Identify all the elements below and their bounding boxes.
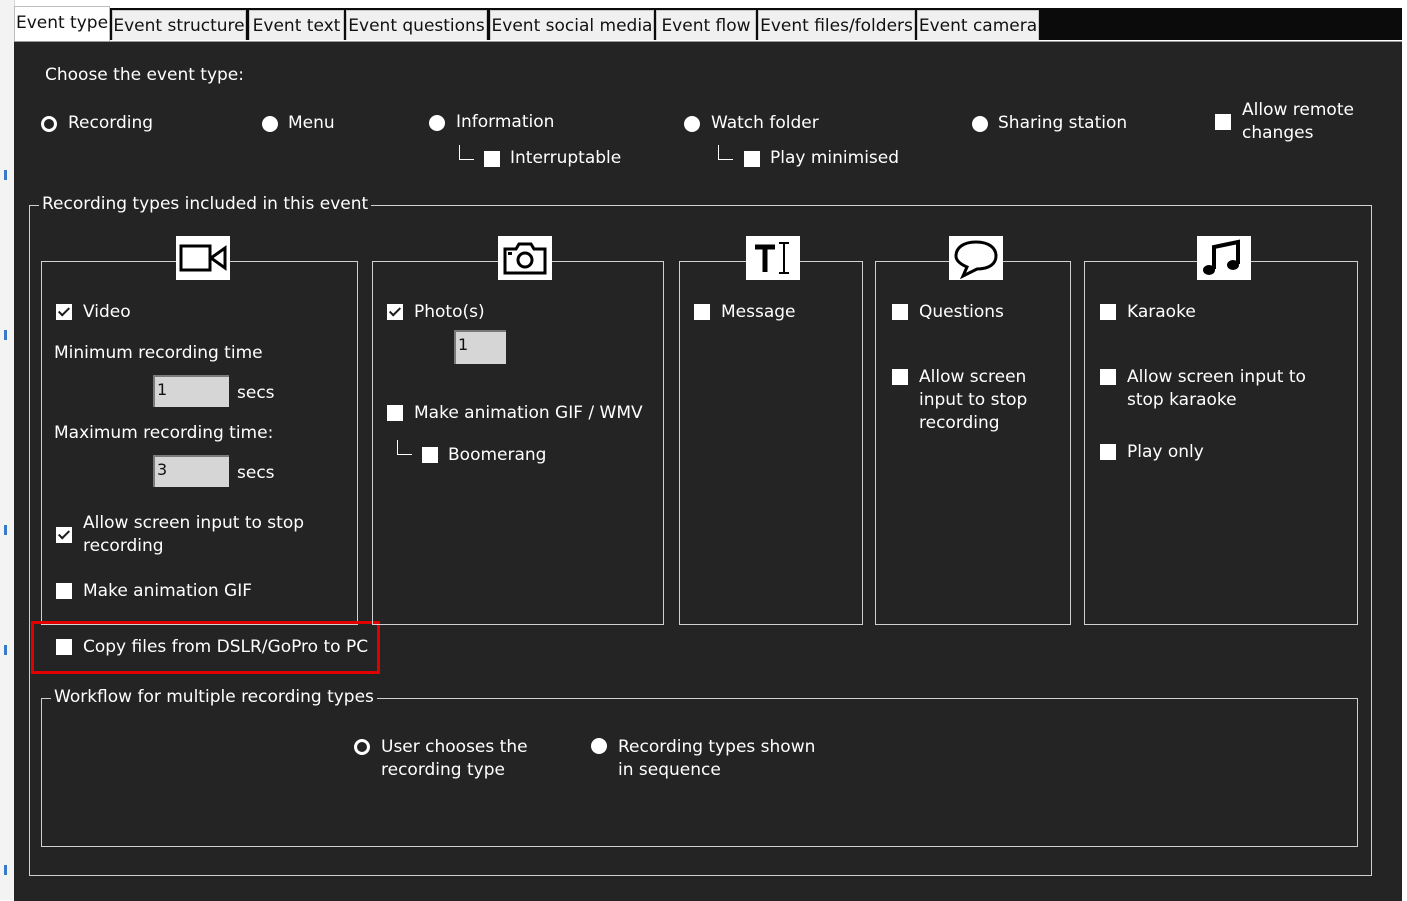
video-allow-stop-line2: recording [83, 536, 164, 556]
photo-count-input[interactable]: 1 [454, 330, 506, 364]
play-minimised-label: Play minimised [770, 148, 900, 168]
radio-user-chooses-line2[interactable]: recording type [381, 759, 505, 782]
photo-label: Photo(s) [414, 302, 485, 322]
max-recording-time-input[interactable]: 3 [153, 455, 229, 487]
video-animation-gif-label: Make animation GIF [83, 581, 253, 601]
radio-recording-label[interactable]: Recording [68, 112, 153, 135]
max-secs-label: secs [237, 463, 275, 483]
video-label: Video [83, 302, 131, 322]
karaoke-box [1084, 261, 1358, 625]
tab-event-text[interactable]: Event text [249, 10, 344, 40]
radio-sharing-station-label[interactable]: Sharing station [998, 112, 1127, 135]
tree-connector [397, 440, 412, 455]
workflow-title: Workflow for multiple recording types [51, 686, 377, 708]
photo-checkbox[interactable] [387, 304, 403, 320]
questions-allow-line1: Allow screen [919, 367, 1027, 387]
video-allow-stop-line1: Allow screen input to stop [83, 513, 305, 533]
highlight-box [31, 621, 380, 674]
min-secs-label: secs [237, 383, 275, 403]
speech-bubble-icon [949, 236, 1003, 280]
make-animation-gif-wmv-label: Make animation GIF / WMV [414, 403, 643, 423]
tab-event-type[interactable]: Event type [14, 6, 110, 42]
left-edge-strip [0, 0, 15, 900]
karaoke-checkbox[interactable] [1100, 304, 1116, 320]
tab-event-questions[interactable]: Event questions [346, 10, 487, 40]
allow-remote-label-line1: Allow remote [1242, 100, 1354, 120]
tab-event-structure[interactable]: Event structure [112, 10, 246, 40]
max-recording-time-label: Maximum recording time: [54, 423, 274, 443]
photo-camera-icon [498, 236, 552, 280]
min-recording-time-input[interactable]: 1 [153, 375, 229, 407]
boomerang-label: Boomerang [448, 445, 547, 465]
allow-remote-label-line2: changes [1242, 123, 1314, 143]
play-only-label: Play only [1127, 442, 1204, 462]
message-checkbox[interactable] [694, 304, 710, 320]
event-type-prompt: Choose the event type: [45, 65, 244, 85]
radio-menu[interactable] [262, 116, 278, 132]
music-note-icon [1197, 236, 1251, 280]
make-animation-gif-wmv-checkbox[interactable] [387, 405, 403, 421]
recording-types-title: Recording types included in this event [39, 193, 372, 215]
edge-marker [4, 330, 7, 340]
radio-sequence-line2[interactable]: in sequence [618, 759, 721, 782]
karaoke-allow-line2: stop karaoke [1127, 390, 1237, 410]
questions-allow-stop-checkbox[interactable] [892, 369, 908, 385]
radio-user-chooses[interactable] [354, 739, 370, 755]
play-only-checkbox[interactable] [1100, 444, 1116, 460]
radio-recording[interactable] [41, 116, 57, 132]
questions-allow-line2: input to stop [919, 390, 1028, 410]
video-checkbox[interactable] [56, 304, 72, 320]
video-allow-screen-stop-checkbox[interactable] [56, 527, 72, 543]
message-label: Message [721, 302, 796, 322]
radio-user-chooses-line1[interactable]: User chooses the [381, 736, 528, 759]
radio-sequence-line1[interactable]: Recording types shown [618, 736, 815, 759]
questions-label: Questions [919, 302, 1004, 322]
karaoke-label: Karaoke [1127, 302, 1196, 322]
text-icon [746, 236, 800, 280]
interruptable-label: Interruptable [510, 148, 622, 168]
edge-marker [4, 170, 7, 180]
interruptable-checkbox[interactable] [484, 151, 500, 167]
radio-shown-in-sequence[interactable] [591, 738, 607, 754]
radio-menu-label[interactable]: Menu [288, 112, 335, 135]
tab-event-camera[interactable]: Event camera [917, 10, 1039, 40]
edge-marker [4, 525, 7, 535]
tree-connector [718, 145, 733, 160]
questions-checkbox[interactable] [892, 304, 908, 320]
karaoke-allow-stop-checkbox[interactable] [1100, 369, 1116, 385]
edge-marker [4, 645, 7, 655]
video-animation-gif-checkbox[interactable] [56, 583, 72, 599]
tree-connector [459, 145, 474, 160]
tab-event-flow[interactable]: Event flow [656, 10, 756, 40]
video-camera-icon [176, 236, 230, 280]
edge-marker [4, 865, 7, 875]
radio-sharing-station[interactable] [972, 116, 988, 132]
tab-event-files-folders[interactable]: Event files/folders [758, 10, 915, 40]
tab-event-social-media[interactable]: Event social media [490, 10, 654, 40]
radio-watch-folder[interactable] [684, 116, 700, 132]
radio-information-label[interactable]: Information [456, 111, 554, 134]
radio-watch-folder-label[interactable]: Watch folder [711, 112, 819, 135]
questions-allow-line3: recording [919, 413, 1000, 433]
allow-remote-changes-checkbox[interactable] [1215, 114, 1231, 130]
radio-information[interactable] [429, 115, 445, 131]
karaoke-allow-line1: Allow screen input to [1127, 367, 1306, 387]
boomerang-checkbox[interactable] [422, 447, 438, 463]
play-minimised-checkbox[interactable] [744, 151, 760, 167]
min-recording-time-label: Minimum recording time [54, 343, 263, 363]
